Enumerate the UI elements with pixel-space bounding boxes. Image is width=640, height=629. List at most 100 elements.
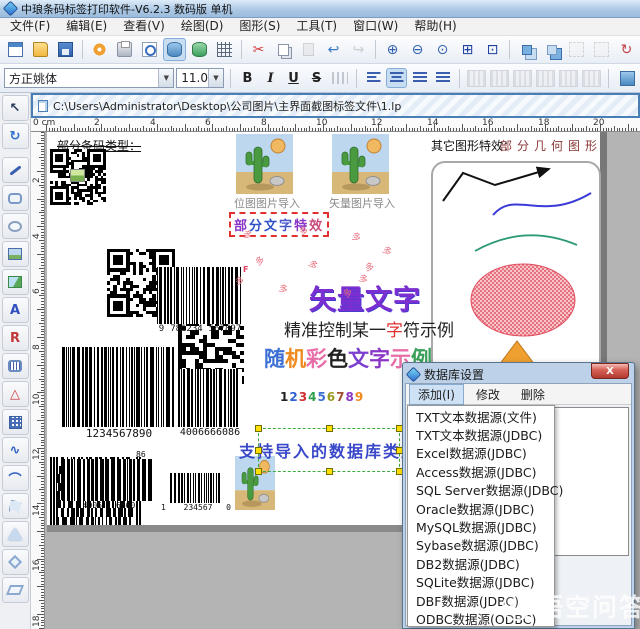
text-tool[interactable]: A xyxy=(2,297,29,323)
menu-help[interactable]: 帮助(H) xyxy=(406,18,464,35)
curve-tool[interactable]: ∿ xyxy=(2,437,29,463)
vector-image-caption[interactable]: 矢量图片导入 xyxy=(329,195,395,211)
datasource-listbox[interactable] xyxy=(553,407,629,556)
polyline-arrow[interactable] xyxy=(443,169,549,201)
ellipse-tool[interactable] xyxy=(2,213,29,239)
italic-button[interactable]: I xyxy=(260,68,281,89)
font-family-select[interactable]: 方正姚体 ▼ xyxy=(4,68,174,88)
datasource-item-8[interactable]: DB2数据源(JDBC) xyxy=(408,554,554,572)
text-panel-button[interactable] xyxy=(616,67,639,90)
seal-tool[interactable]: △ xyxy=(2,381,29,407)
datasource-item-3[interactable]: Access数据源(JDBC) xyxy=(408,462,554,480)
align-left-button[interactable] xyxy=(363,68,384,88)
database-button[interactable] xyxy=(163,38,186,61)
center-page-button[interactable]: ⊡ xyxy=(481,38,504,61)
resize-handle[interactable] xyxy=(326,468,333,475)
menu-shape[interactable]: 图形(S) xyxy=(231,18,288,35)
send-back-button[interactable] xyxy=(540,38,563,61)
align-center-button[interactable] xyxy=(386,68,407,88)
menu-file[interactable]: 文件(F) xyxy=(2,18,58,35)
datasource-item-0[interactable]: TXT文本数据源(文件) xyxy=(408,407,554,425)
close-button[interactable]: X xyxy=(591,363,629,379)
datasource-item-7[interactable]: Sybase数据源(JDBC) xyxy=(408,536,554,554)
chevron-down-icon[interactable]: ▼ xyxy=(208,69,223,87)
save-button[interactable] xyxy=(54,38,77,61)
undo-button[interactable]: ↩ xyxy=(322,38,345,61)
bitmap-image-caption[interactable]: 位图图片导入 xyxy=(234,195,300,211)
resize-handle[interactable] xyxy=(255,447,262,454)
precise-char-text-sample[interactable]: 精准控制某一字符示例 xyxy=(284,316,454,341)
zoom-in-button[interactable]: ⊕ xyxy=(381,38,404,61)
dialog-menu-0[interactable]: 添加(I) xyxy=(409,384,464,405)
datasource-item-4[interactable]: SQL Server数据源(JDBC) xyxy=(408,481,554,499)
bitmap-image-sample[interactable] xyxy=(236,134,293,194)
underline-button[interactable]: U xyxy=(283,68,304,89)
pick-color-button[interactable]: ↻ xyxy=(615,38,638,61)
rotate-tool[interactable]: ↻ xyxy=(2,123,29,149)
parallelogram-tool[interactable] xyxy=(2,577,29,603)
cut-button[interactable]: ✂ xyxy=(247,38,270,61)
triangle-tool[interactable] xyxy=(2,521,29,547)
menu-view[interactable]: 查看(V) xyxy=(115,18,173,35)
patterned-ellipse[interactable] xyxy=(471,264,575,336)
char-spacing-button[interactable] xyxy=(329,68,350,89)
dialog-title-bar[interactable]: 数据库设置 X xyxy=(405,365,632,383)
file-tab[interactable]: C:\Users\Administrator\Desktop\公司图片\主界面截… xyxy=(31,93,640,118)
polygon-tool[interactable] xyxy=(2,493,29,519)
zoom-out-button[interactable]: ⊖ xyxy=(406,38,429,61)
grid-button[interactable] xyxy=(213,38,236,61)
geometry-label[interactable]: 部分几何图形 xyxy=(500,137,602,154)
font-size-select[interactable]: 11.0 ▼ xyxy=(176,68,224,88)
align-justify-button[interactable] xyxy=(432,68,453,88)
menu-window[interactable]: 窗口(W) xyxy=(345,18,406,35)
strike-button[interactable]: S xyxy=(306,68,327,89)
bring-front-button[interactable] xyxy=(515,38,538,61)
menu-tools[interactable]: 工具(T) xyxy=(288,18,345,35)
copy-button[interactable] xyxy=(272,38,295,61)
bold-button[interactable]: B xyxy=(237,68,258,89)
resize-handle[interactable] xyxy=(255,425,262,432)
print-preview-button[interactable] xyxy=(138,38,161,61)
colored-digits-sample[interactable]: 123456789 xyxy=(280,390,364,404)
datasource-item-1[interactable]: TXT文本数据源(JDBC) xyxy=(408,425,554,443)
align-right-button[interactable] xyxy=(409,68,430,88)
datasource-item-2[interactable]: Excel数据源(JDBC) xyxy=(408,444,554,462)
resize-handle[interactable] xyxy=(326,425,333,432)
new-button[interactable] xyxy=(4,38,27,61)
print-button[interactable] xyxy=(113,38,136,61)
selected-text-object[interactable]: 支持导入的数据库类型 xyxy=(258,428,400,472)
bitmap-image-tool[interactable] xyxy=(2,241,29,267)
menu-edit[interactable]: 编辑(E) xyxy=(58,18,115,35)
selected-text[interactable]: 支持导入的数据库类型 xyxy=(239,438,419,462)
blue-curve[interactable] xyxy=(493,193,591,215)
database-manage-button[interactable] xyxy=(188,38,211,61)
select-tool[interactable]: ↖ xyxy=(2,95,29,121)
arc-tool[interactable]: ⌒ xyxy=(2,465,29,491)
line-tool[interactable] xyxy=(2,157,29,183)
vector-image-tool[interactable] xyxy=(2,269,29,295)
settings-button[interactable] xyxy=(88,38,111,61)
ean8-barcode-2[interactable]: 86 40066660 xyxy=(62,459,156,510)
qrcode-with-logo[interactable] xyxy=(50,149,106,205)
datasource-item-5[interactable]: Oracle数据源(JDBC) xyxy=(408,499,554,517)
code128-barcode[interactable]: 1234567890 xyxy=(62,347,176,440)
menu-draw[interactable]: 绘图(D) xyxy=(173,18,232,35)
qrcode-tool[interactable] xyxy=(2,409,29,435)
ean13-barcode[interactable]: 9781234567897 xyxy=(157,267,243,334)
barcode-tool[interactable] xyxy=(2,353,29,379)
zoom-reset-button[interactable]: ⊙ xyxy=(431,38,454,61)
vector-image-sample[interactable] xyxy=(332,134,389,194)
chevron-down-icon[interactable]: ▼ xyxy=(158,69,173,87)
resize-handle[interactable] xyxy=(255,468,262,475)
dialog-menu-1[interactable]: 修改 xyxy=(467,384,509,405)
datasource-item-6[interactable]: MySQL数据源(JDBC) xyxy=(408,517,554,535)
dialog-menu-2[interactable]: 删除 xyxy=(512,384,554,405)
green-arc[interactable] xyxy=(475,235,577,251)
ean8-barcode[interactable]: 4006666086 xyxy=(178,369,242,438)
upce-barcode[interactable]: 1 234567 0 xyxy=(163,473,233,512)
rounded-rect-tool[interactable] xyxy=(2,185,29,211)
rich-text-tool[interactable]: R xyxy=(2,325,29,351)
open-button[interactable] xyxy=(29,38,52,61)
fit-window-button[interactable]: ⊞ xyxy=(456,38,479,61)
diamond-tool[interactable] xyxy=(2,549,29,575)
